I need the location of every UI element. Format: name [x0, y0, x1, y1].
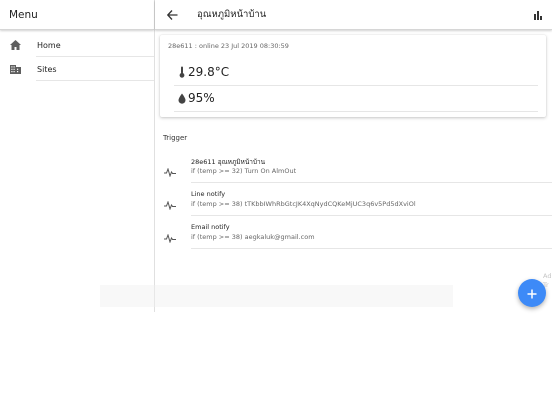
sidebar: Menu Home Sites	[0, 0, 155, 312]
home-icon	[9, 39, 21, 51]
pulse-icon	[164, 162, 176, 178]
pulse-icon	[164, 228, 176, 244]
sites-icon	[9, 63, 21, 75]
plus-icon	[527, 284, 537, 303]
trigger-item[interactable]: 28e611 อุณหภูมิหน้าบ้าน if (temp >= 32) …	[155, 150, 552, 183]
divider	[191, 248, 552, 249]
divider	[36, 80, 154, 81]
trigger-name: 28e611 อุณหภูมิหน้าบ้าน	[191, 158, 266, 166]
bar-chart-icon[interactable]	[534, 10, 544, 20]
app-bar: อุณหภูมิหน้าบ้าน	[155, 0, 552, 30]
sidebar-item-label: Home	[37, 40, 61, 50]
water-drop-icon	[178, 92, 186, 104]
sidebar-header: Menu	[0, 0, 154, 30]
sidebar-item-home[interactable]: Home	[0, 33, 154, 57]
temperature-reading: 29.8°C	[178, 65, 229, 79]
trigger-name: Email notify	[191, 223, 230, 231]
temperature-value: 29.8°C	[188, 65, 230, 79]
trigger-name: Line notify	[191, 190, 226, 198]
fab-tooltip-line: Ad	[543, 272, 552, 280]
humidity-reading: 95%	[178, 91, 215, 105]
trigger-section-label: Trigger	[163, 134, 188, 142]
trigger-item[interactable]: Line notify if (temp >= 38) tTKbbIWhRbGt…	[155, 183, 552, 216]
divider	[174, 85, 538, 86]
page-title: อุณหภูมิหน้าบ้าน	[197, 9, 267, 20]
sidebar-title: Menu	[9, 8, 38, 21]
sensor-status: 28e611 : online 23 Jul 2019 08:30:59	[168, 42, 289, 50]
trigger-rule: if (temp >= 32) Turn On AlmOut	[191, 167, 297, 175]
thermometer-icon	[178, 66, 186, 78]
add-trigger-button[interactable]	[518, 279, 546, 307]
sensor-card: 28e611 : online 23 Jul 2019 08:30:59 29.…	[160, 35, 546, 117]
sidebar-item-sites[interactable]: Sites	[0, 57, 154, 81]
trigger-item[interactable]: Email notify if (temp >= 38) aegkaluk@gm…	[155, 216, 552, 249]
sidebar-item-label: Sites	[37, 64, 57, 74]
trigger-rule: if (temp >= 38) aegkaluk@gmail.com	[191, 233, 315, 241]
divider	[174, 111, 538, 112]
pulse-icon	[164, 195, 176, 211]
humidity-value: 95%	[188, 91, 215, 105]
snackbar-ghost	[100, 285, 453, 307]
arrow-back-icon[interactable]	[166, 9, 178, 21]
trigger-rule: if (temp >= 38) tTKbbIWhRbGtcJK4XqNydCQK…	[191, 200, 416, 208]
